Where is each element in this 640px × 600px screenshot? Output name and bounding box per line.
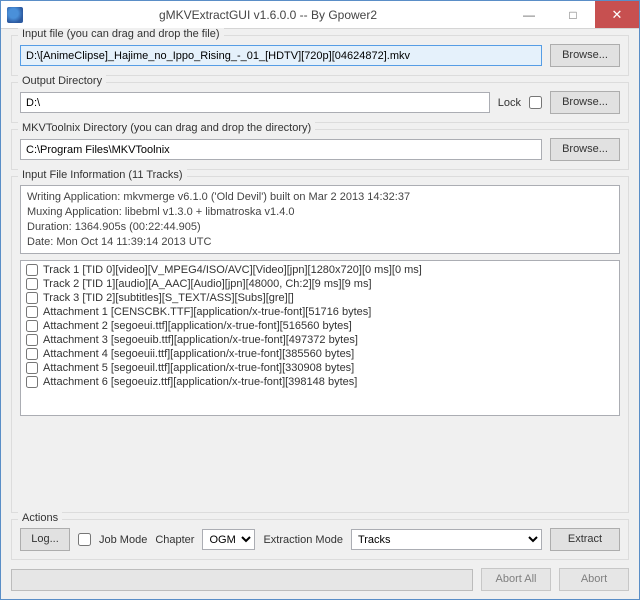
lock-label: Lock [498, 97, 521, 109]
track-checkbox[interactable] [26, 362, 38, 374]
track-label: Attachment 5 [segoeuil.ttf][application/… [43, 362, 354, 374]
track-label: Track 3 [TID 2][subtitles][S_TEXT/ASS][S… [43, 292, 294, 304]
close-button[interactable]: ✕ [595, 1, 639, 28]
extraction-mode-label: Extraction Mode [263, 534, 342, 546]
track-label: Attachment 2 [segoeui.ttf][application/x… [43, 320, 352, 332]
track-checkbox[interactable] [26, 334, 38, 346]
track-checkbox[interactable] [26, 278, 38, 290]
track-checkbox[interactable] [26, 292, 38, 304]
track-checkbox[interactable] [26, 306, 38, 318]
track-item[interactable]: Attachment 4 [segoeuii.ttf][application/… [23, 347, 617, 361]
track-checkbox[interactable] [26, 348, 38, 360]
abort-button[interactable]: Abort [559, 568, 629, 591]
chapter-label: Chapter [155, 534, 194, 546]
browse-input-button[interactable]: Browse... [550, 44, 620, 67]
actions-label: Actions [18, 512, 62, 524]
track-item[interactable]: Attachment 1 [CENSCBK.TTF][application/x… [23, 305, 617, 319]
extract-button[interactable]: Extract [550, 528, 620, 551]
app-icon [7, 7, 23, 23]
window-title: gMKVExtractGUI v1.6.0.0 -- By Gpower2 [29, 8, 507, 22]
input-file-label: Input file (you can drag and drop the fi… [18, 28, 224, 40]
maximize-button[interactable]: □ [551, 1, 595, 28]
track-label: Attachment 6 [segoeuiz.ttf][application/… [43, 376, 357, 388]
tracks-list[interactable]: Track 1 [TID 0][video][V_MPEG4/ISO/AVC][… [20, 260, 620, 416]
track-item[interactable]: Track 2 [TID 1][audio][A_AAC][Audio][jpn… [23, 277, 617, 291]
track-item[interactable]: Track 1 [TID 0][video][V_MPEG4/ISO/AVC][… [23, 263, 617, 277]
job-mode-checkbox[interactable] [78, 533, 91, 546]
lock-checkbox[interactable] [529, 96, 542, 109]
track-item[interactable]: Attachment 3 [segoeuib.ttf][application/… [23, 333, 617, 347]
extraction-mode-select[interactable]: Tracks [351, 529, 542, 550]
info-muxing: Muxing Application: libebml v1.3.0 + lib… [27, 205, 613, 220]
track-label: Attachment 4 [segoeuii.ttf][application/… [43, 348, 354, 360]
toolnix-dir-label: MKVToolnix Directory (you can drag and d… [18, 122, 315, 134]
chapter-select[interactable]: OGM [202, 529, 255, 550]
file-info-box: Writing Application: mkvmerge v6.1.0 ('O… [20, 185, 620, 254]
output-dir-label: Output Directory [18, 75, 106, 87]
abort-all-button[interactable]: Abort All [481, 568, 551, 591]
file-info-label: Input File Information (11 Tracks) [18, 169, 187, 181]
track-item[interactable]: Attachment 6 [segoeuiz.ttf][application/… [23, 375, 617, 389]
job-mode-label: Job Mode [99, 534, 147, 546]
info-writing: Writing Application: mkvmerge v6.1.0 ('O… [27, 190, 613, 205]
actions-group: Actions Log... Job Mode Chapter OGM Extr… [11, 519, 629, 560]
track-label: Track 1 [TID 0][video][V_MPEG4/ISO/AVC][… [43, 264, 422, 276]
progress-bar [11, 569, 473, 591]
log-button[interactable]: Log... [20, 528, 70, 551]
track-item[interactable]: Attachment 2 [segoeui.ttf][application/x… [23, 319, 617, 333]
track-checkbox[interactable] [26, 320, 38, 332]
output-dir-group: Output Directory Lock Browse... [11, 82, 629, 123]
toolnix-dir-group: MKVToolnix Directory (you can drag and d… [11, 129, 629, 170]
track-checkbox[interactable] [26, 376, 38, 388]
track-label: Attachment 1 [CENSCBK.TTF][application/x… [43, 306, 371, 318]
titlebar[interactable]: gMKVExtractGUI v1.6.0.0 -- By Gpower2 — … [1, 1, 639, 29]
browse-toolnix-button[interactable]: Browse... [550, 138, 620, 161]
input-file-group: Input file (you can drag and drop the fi… [11, 35, 629, 76]
info-date: Date: Mon Oct 14 11:39:14 2013 UTC [27, 235, 613, 250]
input-file-field[interactable] [20, 45, 542, 66]
toolnix-dir-field[interactable] [20, 139, 542, 160]
track-item[interactable]: Track 3 [TID 2][subtitles][S_TEXT/ASS][S… [23, 291, 617, 305]
minimize-button[interactable]: — [507, 1, 551, 28]
browse-output-button[interactable]: Browse... [550, 91, 620, 114]
track-item[interactable]: Attachment 5 [segoeuil.ttf][application/… [23, 361, 617, 375]
info-duration: Duration: 1364.905s (00:22:44.905) [27, 220, 613, 235]
output-dir-field[interactable] [20, 92, 490, 113]
file-info-group: Input File Information (11 Tracks) Writi… [11, 176, 629, 513]
track-label: Attachment 3 [segoeuib.ttf][application/… [43, 334, 358, 346]
track-label: Track 2 [TID 1][audio][A_AAC][Audio][jpn… [43, 278, 372, 290]
track-checkbox[interactable] [26, 264, 38, 276]
